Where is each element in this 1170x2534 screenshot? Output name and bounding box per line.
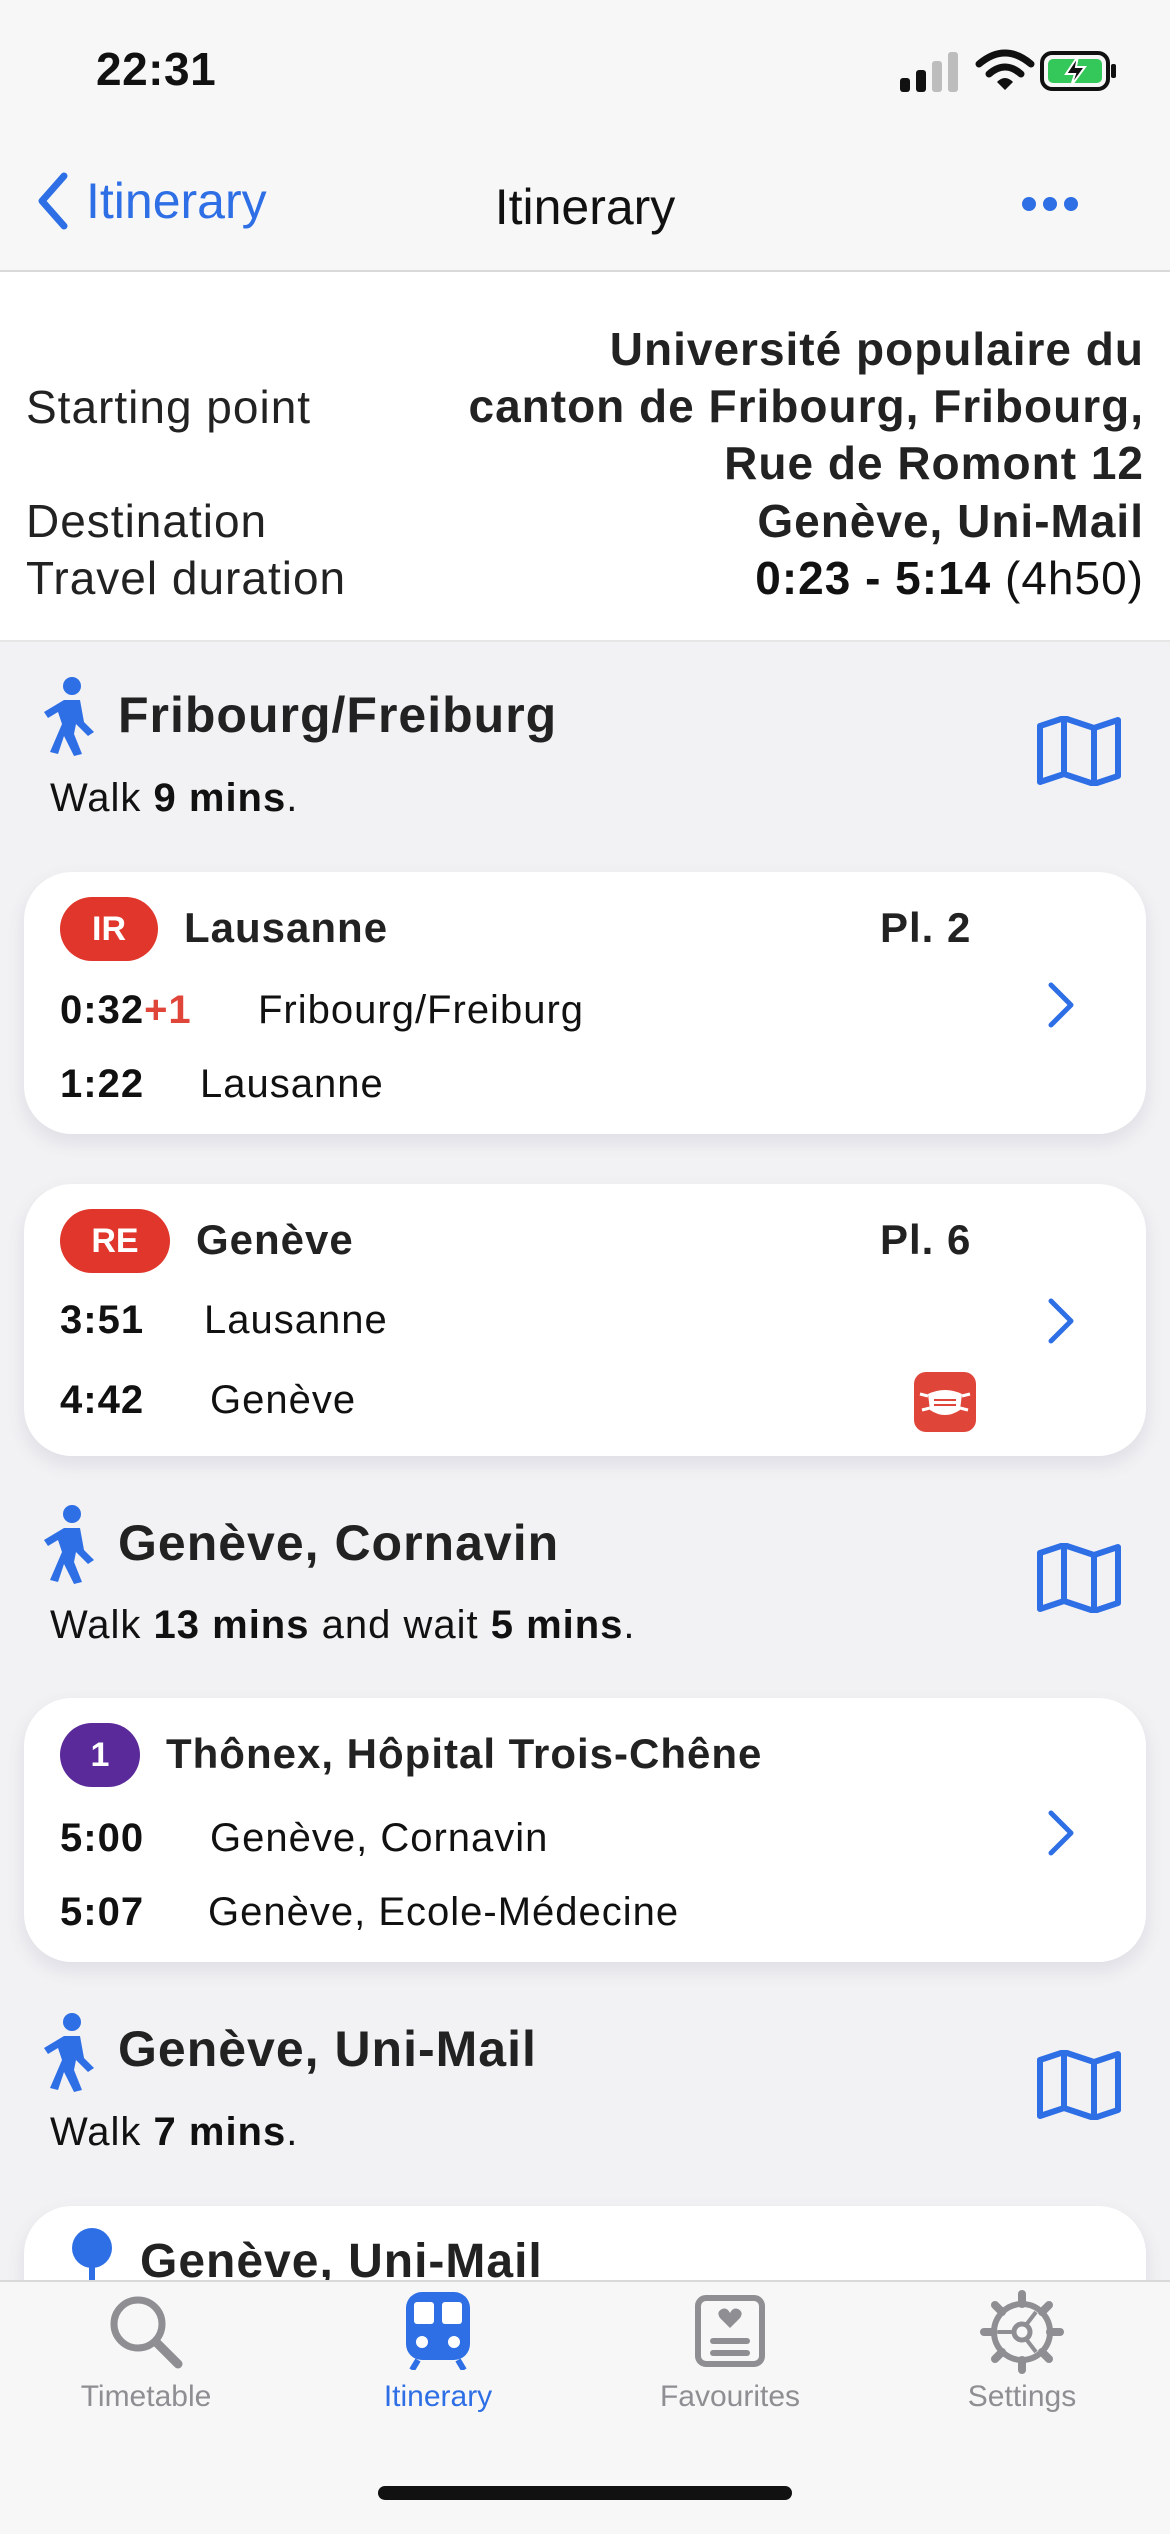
- train-leg-card[interactable]: [24, 1184, 1146, 1456]
- platform: Pl. 6: [880, 1216, 972, 1263]
- tab-favourites[interactable]: Favourites: [610, 2288, 850, 2418]
- arrival-station: Genève, Ecole-Médecine: [208, 1890, 680, 1934]
- chevron-right-icon[interactable]: [1046, 1808, 1076, 1858]
- walk-title: Fribourg/Freiburg: [118, 687, 558, 743]
- chevron-right-icon[interactable]: [1046, 980, 1076, 1030]
- departure-time-value: 0:32: [60, 988, 145, 1032]
- starting-point-line2: canton de Fribourg, Fribourg,: [468, 380, 1144, 432]
- tab-label: Settings: [967, 2380, 1077, 2413]
- favourites-icon: [695, 2295, 765, 2367]
- status-time: 22:31: [96, 43, 217, 95]
- train-destination: Lausanne: [184, 904, 389, 951]
- line-badge-re: RE: [60, 1209, 170, 1273]
- walking-icon: [44, 677, 94, 756]
- page-title: Itinerary: [494, 179, 676, 235]
- tram-destination: Thônex, Hôpital Trois-Chêne: [166, 1730, 763, 1777]
- walk-title: Genève, Cornavin: [118, 1515, 560, 1571]
- walk-minutes: 9 mins: [153, 776, 287, 820]
- map-icon[interactable]: [1036, 716, 1122, 786]
- gear-icon: [980, 2290, 1064, 2374]
- travel-duration-label: Travel duration: [26, 552, 347, 604]
- delay-badge: +1: [144, 988, 192, 1032]
- walking-icon: [44, 2013, 94, 2092]
- battery-charging-icon: [1040, 51, 1116, 91]
- line-badge-ir: IR: [60, 897, 158, 961]
- wait-minutes: 5 mins: [490, 1603, 624, 1647]
- arrival-time: 5:07: [60, 1890, 145, 1934]
- more-icon[interactable]: [1020, 194, 1080, 214]
- starting-point-line1: Université populaire du: [609, 323, 1144, 375]
- departure-station: Genève, Cornavin: [210, 1816, 549, 1860]
- walk-description: Walk 9 mins.: [50, 776, 298, 821]
- walking-icon: [44, 1505, 94, 1584]
- arrival-station: Genève: [210, 1378, 357, 1422]
- line-badge-1: 1: [60, 1723, 140, 1787]
- arrival-station: Lausanne: [200, 1062, 384, 1106]
- destination-value: Genève, Uni-Mail: [757, 495, 1144, 547]
- tab-timetable[interactable]: Timetable: [26, 2288, 266, 2418]
- arrival-time: 1:22: [60, 1062, 145, 1106]
- chevron-right-icon[interactable]: [1046, 1296, 1076, 1346]
- wifi-icon: [975, 49, 1035, 90]
- train-destination: Genève: [196, 1216, 354, 1263]
- tab-label: Itinerary: [383, 2380, 493, 2413]
- walk-title: Genève, Uni-Mail: [118, 2021, 537, 2077]
- duration-total: (4h50): [1005, 552, 1144, 604]
- walk-description: Walk 13 mins and wait 5 mins.: [50, 1603, 636, 1648]
- tab-label: Favourites: [659, 2380, 801, 2413]
- tab-label: Timetable: [80, 2380, 212, 2413]
- walk-minutes: 7 mins: [153, 2110, 287, 2154]
- destination-label: Destination: [26, 495, 268, 547]
- walk-prefix: Walk: [50, 776, 154, 820]
- tab-itinerary[interactable]: Itinerary: [318, 2288, 558, 2418]
- platform: Pl. 2: [880, 904, 972, 951]
- home-indicator[interactable]: [378, 2486, 792, 2500]
- cellular-signal-icon: [900, 52, 958, 92]
- departure-station: Lausanne: [204, 1298, 388, 1342]
- walk-prefix: Walk: [50, 2110, 154, 2154]
- travel-duration-value: 0:23 - 5:14 (4h50): [755, 551, 1144, 605]
- walk-middle: and wait: [309, 1603, 491, 1647]
- walk-prefix: Walk: [50, 1603, 154, 1647]
- duration-times: 0:23 - 5:14: [755, 552, 992, 604]
- walk-suffix: .: [286, 2110, 299, 2154]
- map-icon[interactable]: [1036, 1543, 1122, 1613]
- starting-point-label: Starting point: [26, 381, 312, 433]
- arrival-time: 4:42: [60, 1378, 145, 1422]
- departure-time: 3:51: [60, 1298, 145, 1342]
- starting-point-line3: Rue de Romont 12: [724, 437, 1144, 489]
- train-icon: [406, 2292, 470, 2370]
- departure-time: 0:32+1: [60, 988, 192, 1033]
- departure-time: 5:00: [60, 1816, 145, 1860]
- walk-description: Walk 7 mins.: [50, 2110, 298, 2155]
- walk-minutes: 13 mins: [153, 1603, 310, 1647]
- walk-suffix: .: [623, 1603, 636, 1647]
- search-icon: [110, 2296, 183, 2369]
- departure-station: Fribourg/Freiburg: [258, 988, 585, 1032]
- tab-settings[interactable]: Settings: [902, 2288, 1142, 2418]
- walk-suffix: .: [286, 776, 299, 820]
- map-icon[interactable]: [1036, 2050, 1122, 2120]
- mask-required-icon: [914, 1372, 976, 1432]
